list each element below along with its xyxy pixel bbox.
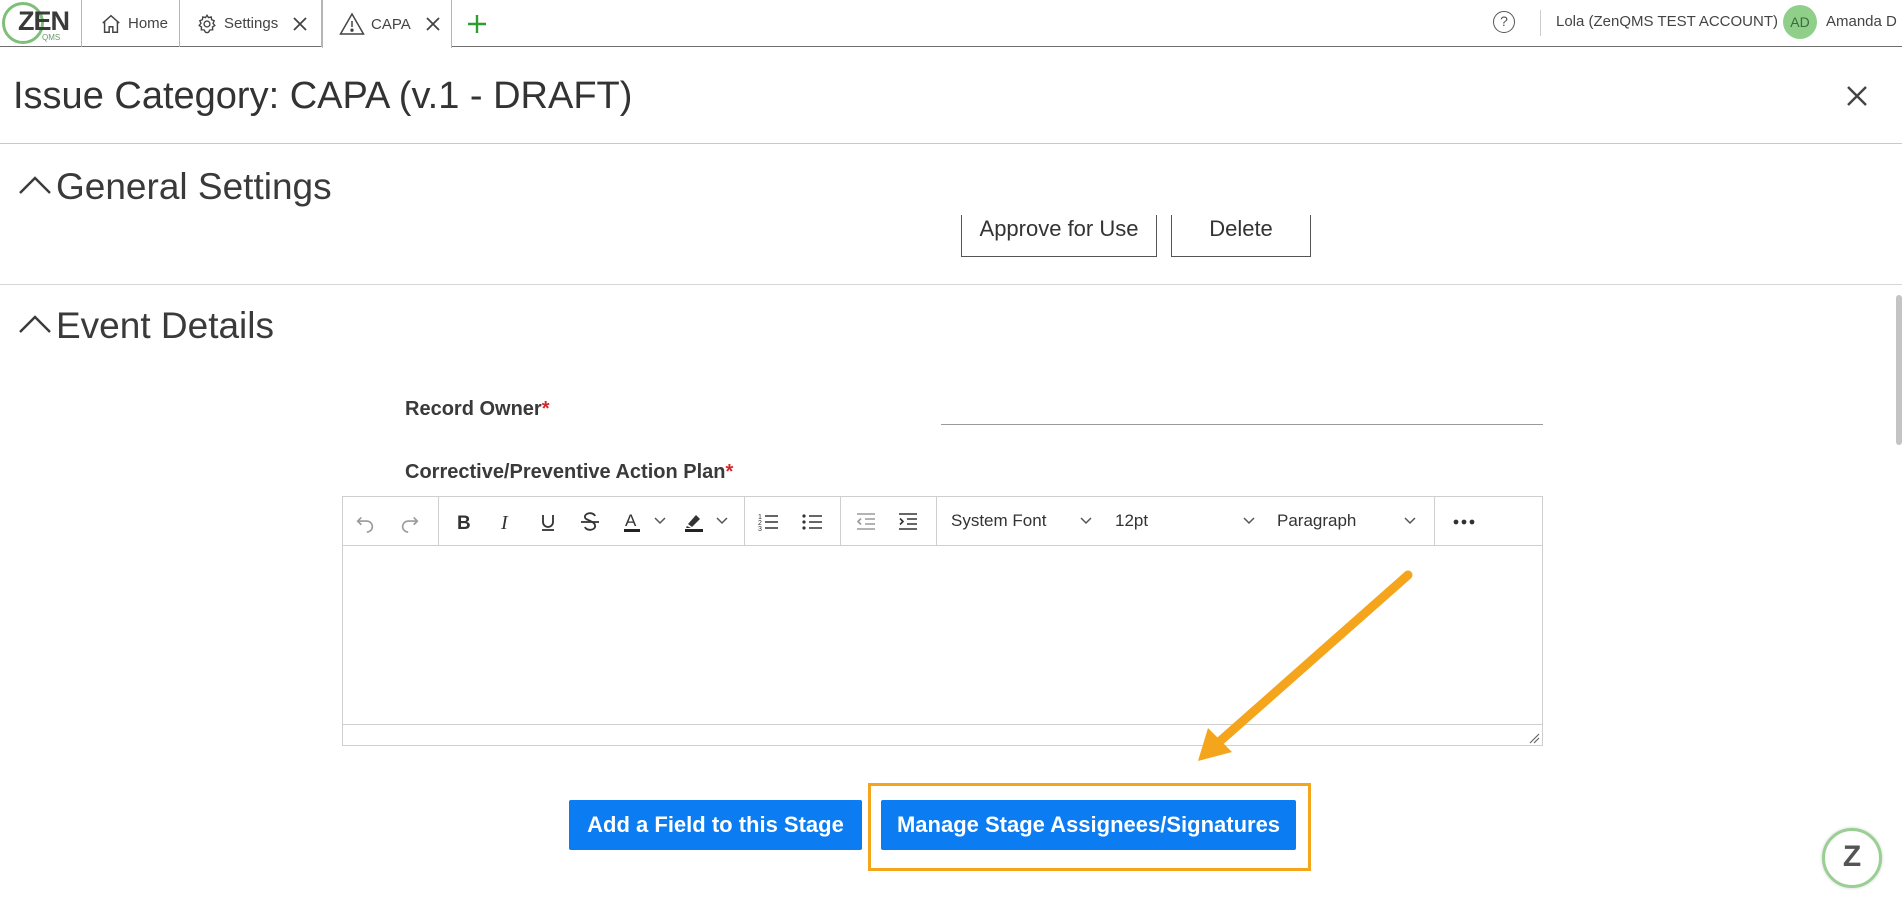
- header-divider: [1540, 10, 1541, 36]
- editor-toolbar: B I A 12 3 System Font 12pt Paragraph: [343, 497, 1542, 546]
- zenqms-logo[interactable]: ZEN QMS: [0, 0, 82, 47]
- svg-text:A: A: [625, 511, 637, 530]
- chevron-down-icon[interactable]: [1079, 513, 1095, 529]
- chevron-down-icon[interactable]: [1242, 513, 1258, 529]
- record-owner-field[interactable]: [941, 424, 1543, 425]
- outdent-icon[interactable]: [853, 509, 879, 535]
- section-divider: [0, 284, 1902, 285]
- svg-text:I: I: [500, 512, 509, 532]
- add-field-button[interactable]: Add a Field to this Stage: [569, 800, 862, 850]
- redo-icon[interactable]: [397, 509, 423, 535]
- tab-capa[interactable]: CAPA: [322, 0, 452, 48]
- warning-icon: [339, 12, 365, 36]
- plus-icon: [467, 14, 487, 34]
- font-size-select[interactable]: 12pt: [1115, 511, 1148, 531]
- indent-group: [841, 497, 937, 546]
- account-name[interactable]: Lola (ZenQMS TEST ACCOUNT): [1556, 13, 1778, 30]
- page-header: Issue Category: CAPA (v.1 - DRAFT): [0, 47, 1902, 144]
- annotation-arrow-icon: [1198, 570, 1413, 761]
- chevron-up-icon: [18, 312, 52, 341]
- add-tab-button[interactable]: [462, 0, 492, 47]
- resize-handle-icon[interactable]: [1528, 731, 1540, 744]
- record-owner-label: Record Owner*: [405, 398, 550, 420]
- tab-home-label: Home: [128, 15, 169, 32]
- bold-icon[interactable]: B: [451, 509, 477, 535]
- block-format-select[interactable]: Paragraph: [1277, 511, 1356, 531]
- logo-subtext: QMS: [42, 33, 61, 42]
- indent-icon[interactable]: [895, 509, 921, 535]
- zen-assistant-badge[interactable]: Z: [1822, 828, 1882, 888]
- delete-button[interactable]: Delete: [1171, 215, 1311, 257]
- undo-icon[interactable]: [352, 509, 378, 535]
- format-group: B I A: [439, 497, 745, 546]
- numbered-list-icon[interactable]: 123: [755, 509, 781, 535]
- more-options-icon[interactable]: [1451, 509, 1477, 535]
- user-name[interactable]: Amanda D: [1826, 13, 1897, 30]
- history-group: [343, 497, 439, 546]
- gear-icon: [196, 13, 218, 35]
- manage-stage-assignees-button[interactable]: Manage Stage Assignees/Signatures: [881, 800, 1296, 850]
- required-marker: *: [725, 461, 734, 483]
- bullet-list-icon[interactable]: [799, 509, 825, 535]
- scrollbar[interactable]: [1896, 295, 1902, 445]
- tab-capa-label: CAPA: [371, 15, 411, 33]
- strikethrough-icon[interactable]: [577, 509, 603, 535]
- tab-settings-label: Settings: [224, 15, 279, 32]
- event-details-header[interactable]: Event Details: [18, 305, 274, 347]
- tab-settings[interactable]: Settings: [180, 0, 322, 47]
- select-group: System Font 12pt Paragraph: [937, 497, 1435, 546]
- close-icon[interactable]: [425, 16, 441, 32]
- help-icon[interactable]: ?: [1493, 11, 1515, 33]
- text-color-icon[interactable]: A: [619, 509, 645, 535]
- svg-text:3: 3: [758, 526, 762, 533]
- approve-for-use-button[interactable]: Approve for Use: [961, 215, 1157, 257]
- close-page-icon[interactable]: [1842, 81, 1872, 111]
- list-group: 123: [745, 497, 841, 546]
- general-settings-title: General Settings: [56, 166, 332, 207]
- top-bar: ZEN QMS Home Settings CAPA ? Lola (ZenQM…: [0, 0, 1902, 48]
- general-settings-header[interactable]: General Settings: [18, 166, 332, 208]
- svg-text:B: B: [457, 513, 471, 532]
- chevron-up-icon: [18, 173, 52, 202]
- close-icon[interactable]: [292, 16, 308, 32]
- avatar[interactable]: AD: [1783, 5, 1817, 39]
- underline-icon[interactable]: [535, 509, 561, 535]
- required-marker: *: [541, 398, 550, 420]
- chevron-down-icon[interactable]: [1403, 513, 1419, 529]
- tab-home[interactable]: Home: [82, 0, 180, 47]
- font-family-select[interactable]: System Font: [951, 511, 1046, 531]
- italic-icon[interactable]: I: [493, 509, 519, 535]
- home-icon: [100, 13, 122, 35]
- chevron-down-icon[interactable]: [715, 513, 731, 529]
- page-title: Issue Category: CAPA (v.1 - DRAFT): [13, 75, 633, 117]
- action-plan-label: Corrective/Preventive Action Plan*: [405, 461, 734, 483]
- event-details-title: Event Details: [56, 305, 274, 346]
- chevron-down-icon[interactable]: [653, 513, 669, 529]
- highlight-color-icon[interactable]: [681, 509, 707, 535]
